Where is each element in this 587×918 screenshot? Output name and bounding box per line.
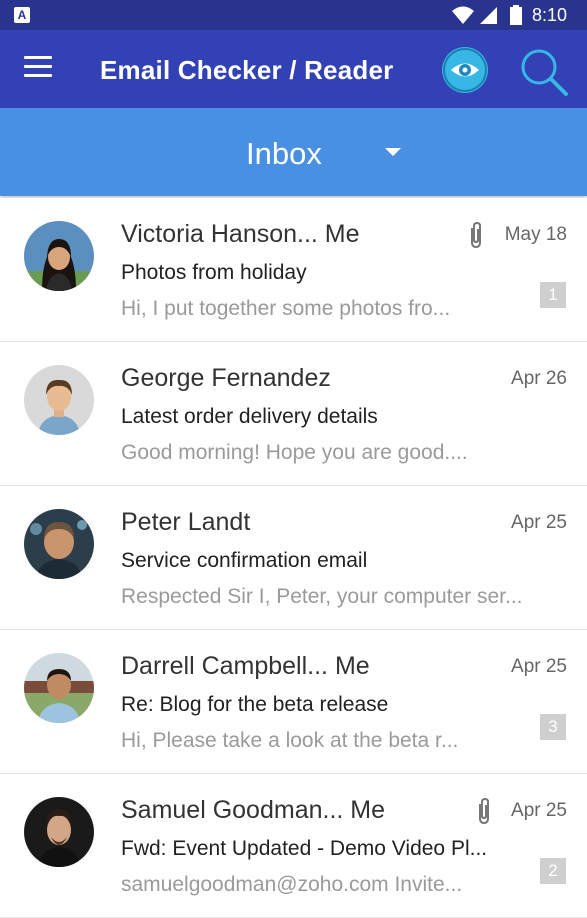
signal-icon (480, 7, 497, 24)
email-subject: Fwd: Event Updated - Demo Video Pl... (121, 837, 488, 860)
dropdown-arrow-icon (385, 148, 401, 156)
attachment-icon (479, 797, 489, 825)
email-subject: Latest order delivery details (121, 405, 378, 428)
email-row[interactable]: Peter Landt Apr 25 Service confirmation … (0, 486, 587, 630)
email-subject: Service confirmation email (121, 549, 368, 572)
email-preview: Respected Sir I, Peter, your computer se… (121, 585, 523, 608)
email-date: May 18 (504, 224, 567, 245)
search-button[interactable] (518, 46, 570, 98)
folder-dropdown[interactable]: Inbox (0, 108, 587, 196)
folder-bar: Inbox (0, 108, 587, 196)
email-date: Apr 25 (511, 800, 567, 821)
email-preview: Hi, Please take a look at the beta r... (121, 729, 459, 752)
app-bar: Email Checker / Reader (0, 30, 587, 108)
status-bar: A 8:10 (0, 0, 587, 30)
wifi-icon (452, 6, 474, 24)
eye-button[interactable] (442, 47, 488, 93)
email-row[interactable]: Darrell Campbell... Me Apr 25 Re: Blog f… (0, 630, 587, 774)
email-row[interactable]: Victoria Hanson... Me May 18 Photos from… (0, 198, 587, 342)
email-subject: Photos from holiday (121, 261, 307, 284)
sender-name: Darrell Campbell... Me (121, 652, 370, 680)
sender-name: Victoria Hanson... Me (121, 220, 360, 248)
sender-name: George Fernandez (121, 364, 331, 392)
thread-count-badge: 3 (540, 714, 566, 740)
email-row[interactable]: Samuel Goodman... Me Apr 25 Fwd: Event U… (0, 774, 587, 918)
attachment-icon (471, 221, 481, 249)
email-row[interactable]: George Fernandez Apr 26 Latest order del… (0, 342, 587, 486)
status-time: 8:10 (532, 5, 568, 25)
email-date: Apr 25 (511, 656, 567, 677)
avatar (24, 653, 94, 723)
email-list: Victoria Hanson... Me May 18 Photos from… (0, 198, 587, 918)
thread-count-badge: 2 (540, 858, 566, 884)
avatar (24, 221, 94, 291)
email-preview: Good morning! Hope you are good.... (121, 441, 468, 464)
thread-count-badge: 1 (540, 282, 566, 308)
sender-name: Samuel Goodman... Me (121, 796, 386, 824)
email-date: Apr 25 (511, 512, 567, 533)
hamburger-menu-icon[interactable] (24, 56, 52, 82)
email-date: Apr 26 (511, 368, 567, 389)
email-subject: Re: Blog for the beta release (121, 693, 389, 716)
email-preview: Hi, I put together some photos fro... (121, 297, 451, 320)
app-title: Email Checker / Reader (100, 55, 394, 85)
battery-icon (510, 5, 522, 25)
folder-label: Inbox (246, 136, 322, 171)
eye-icon (443, 48, 487, 92)
search-icon (521, 49, 568, 96)
sender-name: Peter Landt (121, 508, 251, 536)
notification-icon: A (14, 7, 30, 23)
email-preview: samuelgoodman@zoho.com Invite... (121, 873, 463, 896)
avatar (24, 365, 94, 435)
avatar (24, 797, 94, 867)
avatar (24, 509, 94, 579)
